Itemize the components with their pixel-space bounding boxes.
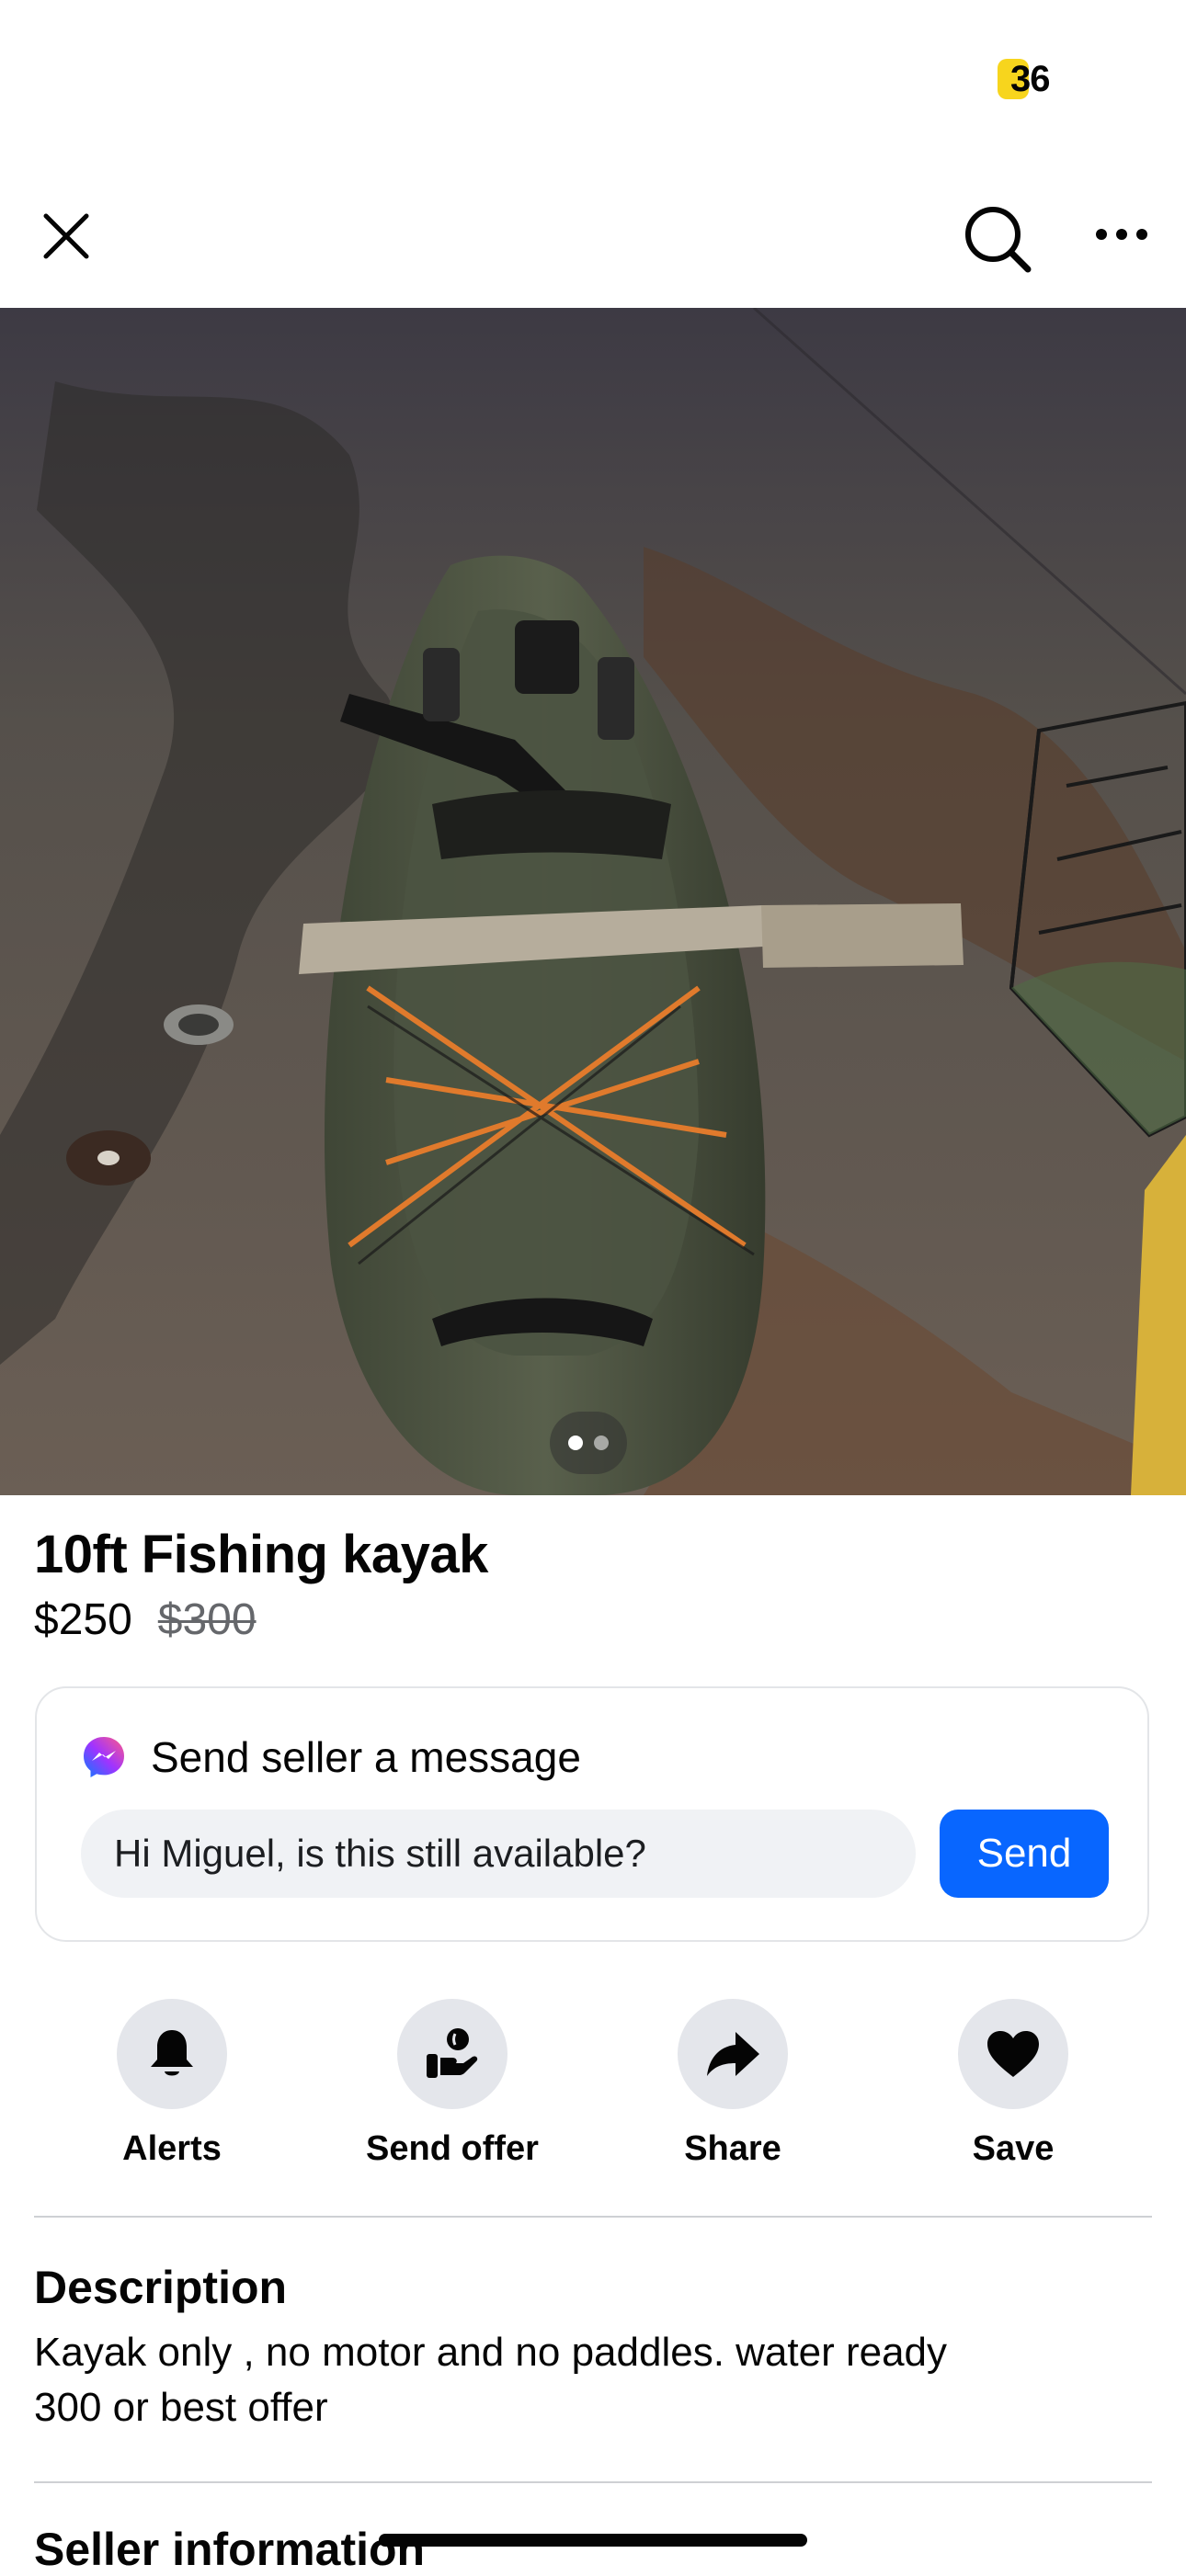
- save-circle: [958, 1999, 1068, 2109]
- divider: [34, 2216, 1152, 2218]
- send-message-card: Send seller a message Send: [35, 1686, 1149, 1942]
- pagination-dot-active: [568, 1436, 583, 1450]
- close-icon: [43, 213, 89, 259]
- search-icon: [965, 207, 1032, 273]
- bell-icon: [151, 2030, 193, 2076]
- kayak-photo-image: [0, 308, 1186, 1495]
- message-card-title: Send seller a message: [151, 1733, 581, 1781]
- divider: [34, 2481, 1152, 2483]
- message-card-header: Send seller a message: [81, 1732, 581, 1782]
- listing-actions: Alerts Send offer Share Save: [0, 1999, 1186, 2183]
- alerts-label: Alerts: [122, 2129, 222, 2168]
- description-heading: Description: [34, 2262, 288, 2313]
- heart-icon: [987, 2031, 1039, 2077]
- alerts-button[interactable]: Alerts: [52, 1999, 291, 2169]
- battery-percentage: 36: [1010, 58, 1050, 99]
- message-input[interactable]: [81, 1810, 916, 1898]
- pagination-dot: [594, 1436, 609, 1450]
- share-arrow-icon: [707, 2032, 759, 2076]
- close-button[interactable]: [28, 198, 105, 275]
- share-label: Share: [684, 2129, 781, 2168]
- more-options-button[interactable]: [1085, 198, 1158, 271]
- messenger-icon: [84, 1737, 124, 1777]
- send-offer-label: Send offer: [366, 2129, 539, 2168]
- description-text: Kayak only , no motor and no paddles. wa…: [34, 2330, 948, 2430]
- more-horizontal-icon: [1096, 229, 1147, 240]
- share-circle: [678, 1999, 788, 2109]
- send-offer-circle: [397, 1999, 507, 2109]
- listing-photo[interactable]: [0, 308, 1186, 1495]
- save-label: Save: [972, 2129, 1055, 2168]
- photo-pagination[interactable]: [550, 1412, 627, 1474]
- current-price: $250: [34, 1595, 132, 1644]
- status-bar: 36: [0, 0, 1186, 156]
- offer-hand-icon: [427, 2028, 478, 2078]
- listing-title: 10ft Fishing kayak: [34, 1525, 488, 1584]
- send-offer-button[interactable]: Send offer: [333, 1999, 572, 2169]
- original-price: $300: [157, 1595, 257, 1644]
- alerts-circle: [117, 1999, 227, 2109]
- send-button[interactable]: Send: [940, 1810, 1109, 1898]
- search-button[interactable]: [956, 198, 1039, 280]
- price-row: $250 $300: [34, 1594, 257, 1645]
- seller-info-heading: Seller information: [34, 2524, 426, 2575]
- save-button[interactable]: Save: [894, 1999, 1133, 2169]
- battery-indicator: 36: [998, 57, 1050, 101]
- home-indicator[interactable]: [379, 2534, 807, 2547]
- top-nav-bar: [0, 175, 1186, 294]
- share-button[interactable]: Share: [613, 1999, 852, 2169]
